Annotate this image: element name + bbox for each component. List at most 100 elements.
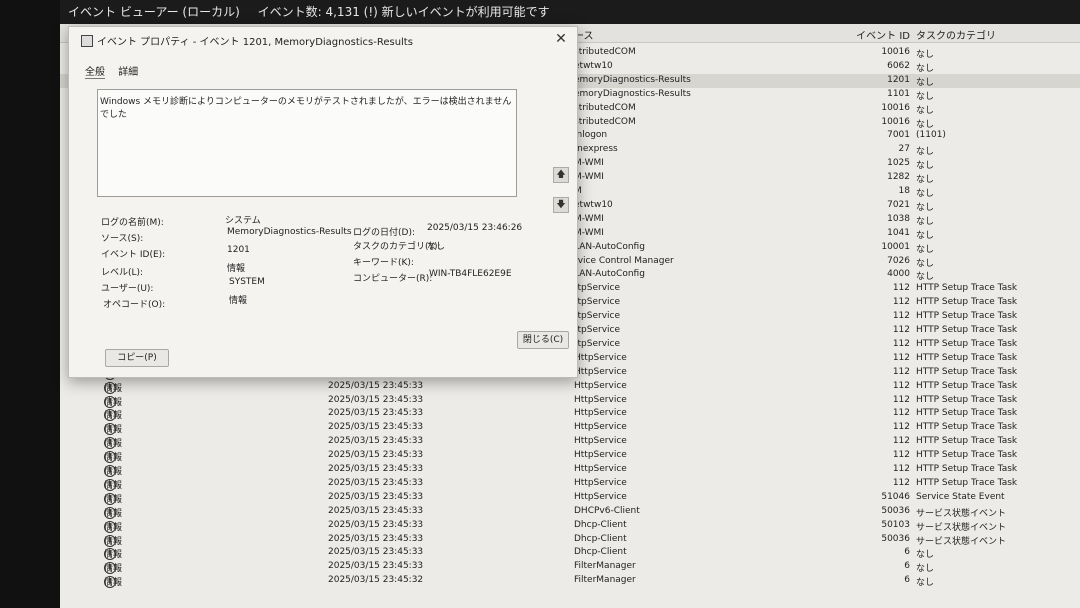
table-row[interactable]: i情報 2025/03/15 23:45:33 HttpService 112 HTTP… [60,421,1080,436]
info-icon: i [104,478,116,491]
table-row[interactable]: i 情報 2025/03/15 23:45:33 FilterManager 6 なし [60,560,1080,575]
opcode-value: 情報 [229,296,248,306]
arrow-down-icon[interactable]: 🡇 [553,197,569,213]
event-id-cell: 6 [904,575,910,586]
task-category-cell: なし [916,216,935,227]
event-id-cell: 112 [892,297,910,308]
event-id-cell: 10001 [881,241,910,252]
table-row[interactable]: i情報 2025/03/15 23:45:33 HttpService 112 HTTP… [60,380,1080,394]
date-cell: 2025/03/15 23:45:33 [328,533,424,544]
column-event-id[interactable]: イベント ID [850,27,910,42]
info-icon: i [104,520,116,533]
task-category-cell: なし [916,175,935,186]
source-cell: ttpService [574,283,621,294]
event-message[interactable]: Windows メモリ診断によりコンピューターのメモリがテストされましたが、エラ… [97,89,517,197]
date-cell: 2025/03/15 23:45:33 [328,561,424,572]
user-label: ユーザー(U): [101,284,154,294]
source-cell: FilterManager [574,561,636,572]
task-category-cell: なし [916,105,935,116]
level-cell: i情報 [104,534,123,547]
info-icon: i [104,451,116,464]
event-properties-dialog: イベント プロパティ - イベント 1201, MemoryDiagnostic… [68,26,578,378]
table-row[interactable]: i 情報 2025/03/15 23:45:33 HttpService 51046 Se… [60,491,1080,505]
event-id-cell: 112 [892,450,910,461]
info-icon: i [104,381,116,394]
table-row[interactable]: i情報 2025/03/15 23:45:33 HttpService 112 HTTP… [60,463,1080,477]
task-category-cell: HTTP Setup Trace Task [916,422,1018,433]
info-icon: i [104,409,116,422]
table-row[interactable]: i情報 2025/03/15 23:45:33 HttpService 112 HTTP… [60,394,1080,408]
table-row[interactable]: i 情報 2025/03/15 23:45:33 Dhcp-Client 6 なし [60,546,1080,561]
source-cell: HttpService [574,491,627,502]
dialog-title: イベント プロパティ - イベント 1201, MemoryDiagnostic… [97,37,413,48]
source-cell: fnexpress [574,144,618,155]
task-category-cell: サービス状態イベント [916,522,1007,533]
computer-label: コンピューター(R): [353,274,433,284]
tab-details[interactable]: 詳細 [118,63,138,78]
table-row[interactable]: i情報 2025/03/15 23:45:33 HttpService 112 HTTP… [60,477,1080,491]
event-id-cell: 112 [892,477,910,488]
source-cell: HttpService [574,422,627,433]
tab-general[interactable]: 全般 [85,63,105,79]
table-row[interactable]: i 情報 2025/03/15 23:45:33 Dhcp-Client 50103 サー… [60,519,1080,533]
column-task-category[interactable]: タスクのカテゴリ [916,27,996,42]
event-id-cell: 1101 [887,88,910,99]
opcode-label: オペコード(O): [103,300,166,310]
source-cell: ttpService [574,297,621,308]
source-cell: Dhcp-Client [574,519,627,530]
event-id-cell: 112 [892,436,910,447]
event-id-cell: 112 [892,422,910,433]
event-id-cell: 1038 [887,213,910,224]
event-id-cell: 6 [904,561,910,572]
level-cell: i情報 [104,478,123,491]
task-category-cell: なし [916,161,935,172]
task-category-cell: HTTP Setup Trace Task [916,450,1018,461]
table-row[interactable]: i 情報 2025/03/15 23:45:33 Dhcp-Client 50036 サー… [60,533,1080,547]
close-button[interactable]: 閉じる(C) [517,331,569,349]
event-id-cell: 50103 [881,519,910,530]
task-category-cell: なし [916,119,935,130]
info-icon: i [104,548,116,561]
level-cell: i情報 [104,381,123,394]
event-id-label: イベント ID(E): [101,250,166,260]
event-id-cell: 6062 [887,60,910,71]
level-cell: i情報 [104,520,123,533]
event-count: イベント数: 4,131 (!) 新しいイベントが利用可能です [257,5,550,19]
info-icon: i [104,576,116,589]
table-row[interactable]: i情報 2025/03/15 23:45:33 HttpService 112 HTTP… [60,407,1080,422]
event-id-cell: 6 [904,547,910,558]
task-category-cell: なし [916,91,935,102]
date-cell: 2025/03/15 23:45:33 [328,519,424,530]
user-value: SYSTEM [229,277,265,287]
task-category-cell: なし [916,244,935,255]
event-id-cell: 50036 [881,505,910,516]
source-cell: Dhcp-Client [574,533,627,544]
task-category-cell: HTTP Setup Trace Task [916,380,1018,391]
source-cell: DHCPv6-Client [574,505,640,516]
task-category-cell: なし [916,550,935,561]
arrow-up-icon[interactable]: 🡅 [553,167,569,183]
source-cell: HttpService [574,352,627,363]
table-row[interactable]: i情報 2025/03/15 23:45:33 HttpService 112 HTTP… [60,435,1080,450]
task-category-value: なし [427,242,446,252]
level-cell: i情報 [104,423,123,436]
event-id-cell: 7021 [887,199,910,210]
info-icon: i [104,492,116,505]
task-category-cell: HTTP Setup Trace Task [916,408,1018,419]
source-cell: M-WMI [574,213,604,224]
dialog-titlebar: イベント プロパティ - イベント 1201, MemoryDiagnostic… [69,27,577,51]
table-row[interactable]: i 情報 2025/03/15 23:45:33 DHCPv6-Client 50036… [60,505,1080,519]
close-icon[interactable]: ✕ [553,31,569,47]
table-row[interactable]: i情報 2025/03/15 23:45:33 HttpService 112 HTTP… [60,449,1080,464]
task-category-cell: なし [916,189,935,199]
window-title: イベント ビューアー (ローカル) [68,5,240,19]
log-name-value: システム [225,216,261,226]
table-row[interactable]: i 情報 2025/03/15 23:45:32 FilterManager 6 なし [60,574,1080,589]
event-id-cell: 51046 [881,491,910,502]
task-category-cell: なし [916,578,935,589]
copy-button[interactable]: コピー(P) [105,349,169,367]
info-icon: i [104,423,116,436]
task-category-cell: HTTP Setup Trace Task [916,436,1018,447]
event-id-cell: 4000 [887,269,910,280]
task-category-cell: HTTP Setup Trace Task [916,464,1018,474]
